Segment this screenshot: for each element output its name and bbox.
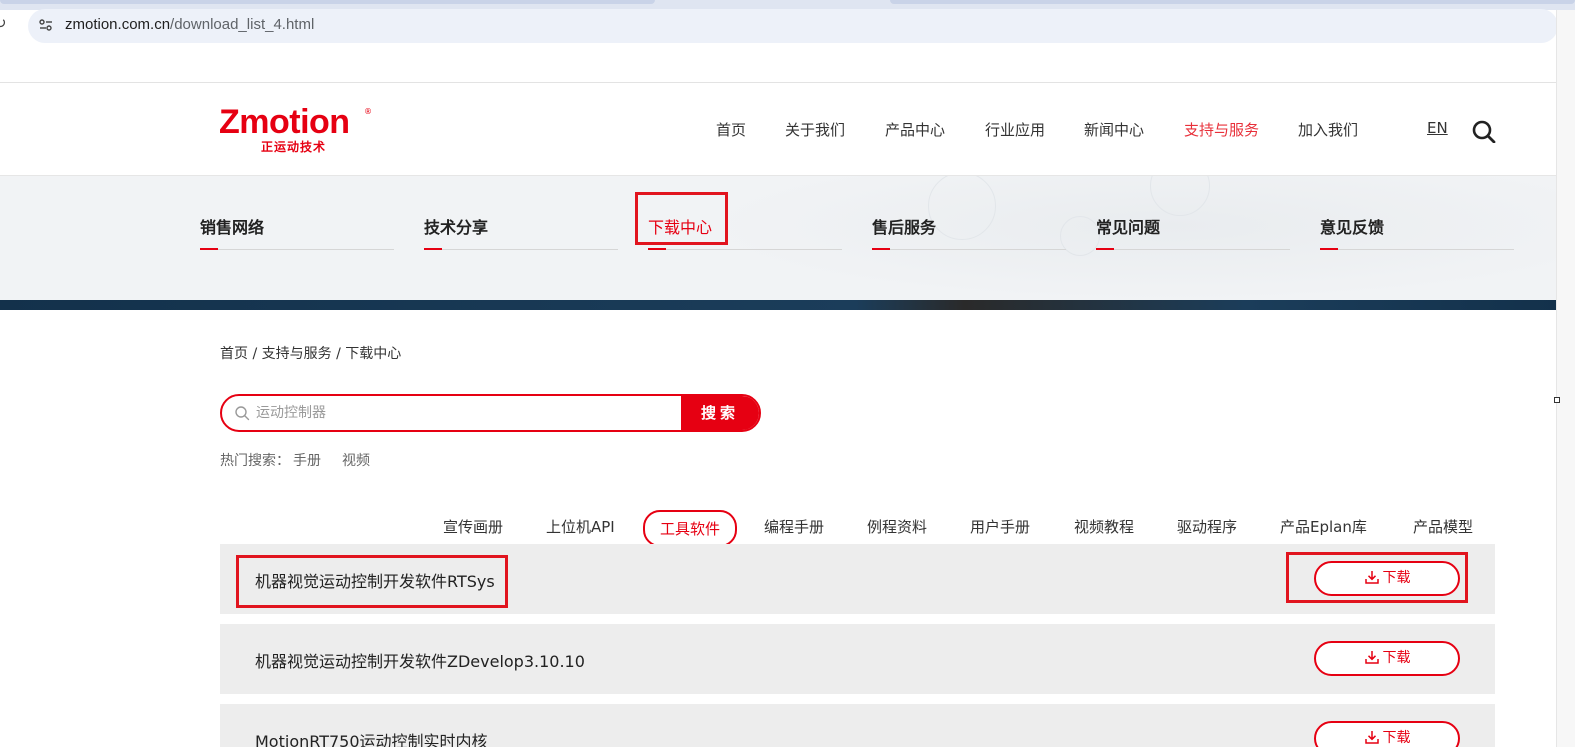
- subnav-accent: [1320, 248, 1338, 250]
- search-box: 搜索: [220, 394, 761, 432]
- subnav-label: 意见反馈: [1320, 218, 1385, 237]
- url-path: /download_list_4.html: [170, 16, 315, 33]
- logo-subtitle: 正运动技术: [261, 140, 327, 154]
- nav-item-news[interactable]: 新闻中心: [1084, 119, 1144, 140]
- search-input[interactable]: [256, 396, 676, 430]
- scrollbar-marker: [1554, 397, 1560, 403]
- nav-item-products[interactable]: 产品中心: [885, 119, 945, 140]
- download-row: 机器视觉运动控制开发软件ZDevelop3.10.10 下载: [220, 624, 1495, 694]
- subnav-underline: [872, 249, 1066, 250]
- tab-video-tutorial[interactable]: 视频教程: [1074, 516, 1134, 537]
- subnav-label: 常见问题: [1096, 218, 1161, 237]
- search-button[interactable]: 搜索: [681, 396, 759, 430]
- subnav-underline: [424, 249, 618, 250]
- tab-programming-manual[interactable]: 编程手册: [764, 516, 824, 537]
- download-button[interactable]: 下载: [1314, 641, 1460, 676]
- hot-search-link[interactable]: 手册: [293, 450, 321, 470]
- highlight-box: [635, 192, 728, 245]
- banner-image-strip: [0, 300, 1556, 310]
- subnav-underline: [1096, 249, 1290, 250]
- hot-search-label: 热门搜索：: [220, 453, 290, 469]
- subnav-accent: [424, 248, 442, 250]
- download-title[interactable]: 机器视觉运动控制开发软件ZDevelop3.10.10: [255, 648, 585, 672]
- subnav-label: 售后服务: [872, 218, 937, 237]
- subnav-item-after-sales[interactable]: 售后服务: [872, 214, 1066, 254]
- subnav-accent: [648, 248, 666, 250]
- subnav-item-sales-network[interactable]: 销售网络: [200, 214, 394, 254]
- nav-item-support[interactable]: 支持与服务: [1184, 119, 1259, 140]
- url-text[interactable]: zmotion.com.cn/download_list_4.html: [65, 16, 314, 33]
- hot-search-link[interactable]: 视频: [342, 450, 370, 470]
- tab-drivers[interactable]: 驱动程序: [1177, 516, 1237, 537]
- tab-eplan-library[interactable]: 产品Eplan库: [1280, 516, 1367, 537]
- download-button-label: 下载: [1382, 650, 1411, 666]
- subnav-underline: [1320, 249, 1514, 250]
- site-info-icon[interactable]: [38, 17, 54, 33]
- tab-tool-software[interactable]: 工具软件: [643, 510, 738, 547]
- search-icon: [235, 406, 250, 421]
- download-icon: [1364, 731, 1379, 744]
- subnav-accent: [1096, 248, 1114, 250]
- logo-wordmark: Zmotion: [219, 103, 350, 141]
- subnav-item-tech-share[interactable]: 技术分享: [424, 214, 618, 254]
- tab-user-manual[interactable]: 用户手册: [970, 516, 1030, 537]
- browser-tab[interactable]: [890, 0, 1575, 4]
- breadcrumb: 首页 / 支持与服务 / 下载中心: [220, 346, 402, 362]
- reload-icon[interactable]: ↻: [0, 14, 7, 32]
- download-icon: [1364, 651, 1379, 664]
- nav-item-join[interactable]: 加入我们: [1298, 119, 1358, 140]
- url-host: zmotion.com.cn: [65, 16, 171, 33]
- page-scrollbar[interactable]: [1556, 10, 1575, 747]
- download-button[interactable]: 下载: [1314, 721, 1460, 747]
- nav-item-industry[interactable]: 行业应用: [985, 119, 1045, 140]
- tab-brochure[interactable]: 宣传画册: [443, 516, 503, 537]
- download-title[interactable]: MotionRT750运动控制实时内核: [255, 728, 488, 747]
- download-row: MotionRT750运动控制实时内核 下载: [220, 704, 1495, 747]
- sub-banner: 销售网络 技术分享 下载中心 售后服务 常见问题 意见反馈: [0, 175, 1556, 310]
- tab-host-api[interactable]: 上位机API: [546, 516, 615, 537]
- logo-registered-mark: ®: [364, 107, 372, 116]
- banner-decoration: [1060, 216, 1100, 256]
- subnav-label: 技术分享: [424, 218, 489, 237]
- site-logo[interactable]: Zmotion ® 正运动技术: [219, 104, 379, 156]
- highlight-box: [236, 555, 508, 608]
- search-icon[interactable]: [1472, 119, 1496, 143]
- subnav-accent: [872, 248, 890, 250]
- nav-item-home[interactable]: 首页: [716, 119, 746, 140]
- subnav-accent: [200, 248, 218, 250]
- tab-example-materials[interactable]: 例程资料: [867, 516, 927, 537]
- tab-product-models[interactable]: 产品模型: [1413, 516, 1473, 537]
- browser-tab[interactable]: [0, 0, 655, 4]
- subnav-label: 销售网络: [200, 218, 265, 237]
- subnav-underline: [648, 249, 842, 250]
- subnav-item-feedback[interactable]: 意见反馈: [1320, 214, 1514, 254]
- chrome-divider: [0, 82, 1556, 83]
- highlight-box: [1286, 552, 1468, 603]
- language-switch[interactable]: EN: [1427, 119, 1448, 137]
- subnav-underline: [200, 249, 394, 250]
- subnav-item-faq[interactable]: 常见问题: [1096, 214, 1290, 254]
- download-button-label: 下载: [1382, 730, 1411, 746]
- nav-item-about[interactable]: 关于我们: [785, 119, 845, 140]
